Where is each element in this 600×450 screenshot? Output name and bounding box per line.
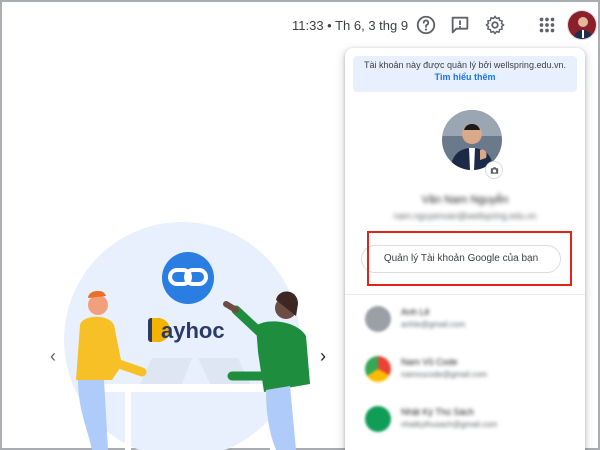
illustration: ayhoc bbox=[40, 190, 340, 450]
account-email: nhatkythusach@gmail.com bbox=[401, 420, 498, 429]
top-bar: 11:33 • Th 6, 3 thg 9 bbox=[0, 8, 600, 44]
learn-more-link[interactable]: Tìm hiểu thêm bbox=[353, 72, 577, 82]
user-email: nam.nguyenvan@wellspring.edu.vn bbox=[393, 211, 537, 221]
divider bbox=[345, 294, 585, 295]
apps-icon[interactable] bbox=[536, 14, 558, 36]
feedback-icon[interactable] bbox=[449, 14, 471, 36]
account-email: anhle@gmail.com bbox=[401, 320, 466, 329]
account-row[interactable]: Nam Vũ Code namvucode@gmail.com bbox=[365, 354, 565, 388]
camera-icon[interactable] bbox=[485, 161, 503, 179]
account-avatar bbox=[365, 356, 391, 382]
help-icon[interactable] bbox=[415, 14, 437, 36]
account-name: Anh Lê bbox=[401, 307, 430, 317]
account-row[interactable]: Anh Lê anhle@gmail.com bbox=[365, 304, 565, 338]
settings-icon[interactable] bbox=[484, 14, 506, 36]
date-time: 11:33 • Th 6, 3 thg 9 bbox=[292, 18, 409, 33]
managed-notice: Tài khoản này được quản lý bởi wellsprin… bbox=[353, 56, 577, 92]
account-avatar bbox=[365, 306, 391, 332]
account-avatar bbox=[365, 406, 391, 432]
brand-text: ayhoc bbox=[161, 318, 225, 343]
account-panel: Tài khoản này được quản lý bởi wellsprin… bbox=[345, 48, 585, 450]
managed-notice-text: Tài khoản này được quản lý bởi wellsprin… bbox=[364, 60, 566, 70]
user-name: Văn Nam Nguyễn bbox=[421, 194, 509, 206]
account-row[interactable]: Nhật Ký Thú Sách nhatkythusach@gmail.com bbox=[365, 404, 565, 438]
account-avatar[interactable] bbox=[567, 10, 597, 40]
account-name: Nhật Ký Thú Sách bbox=[401, 407, 474, 417]
manage-account-button[interactable]: Quản lý Tài khoản Google của bạn bbox=[361, 245, 561, 273]
account-email: namvucode@gmail.com bbox=[401, 370, 487, 379]
account-name: Nam Vũ Code bbox=[401, 357, 458, 367]
